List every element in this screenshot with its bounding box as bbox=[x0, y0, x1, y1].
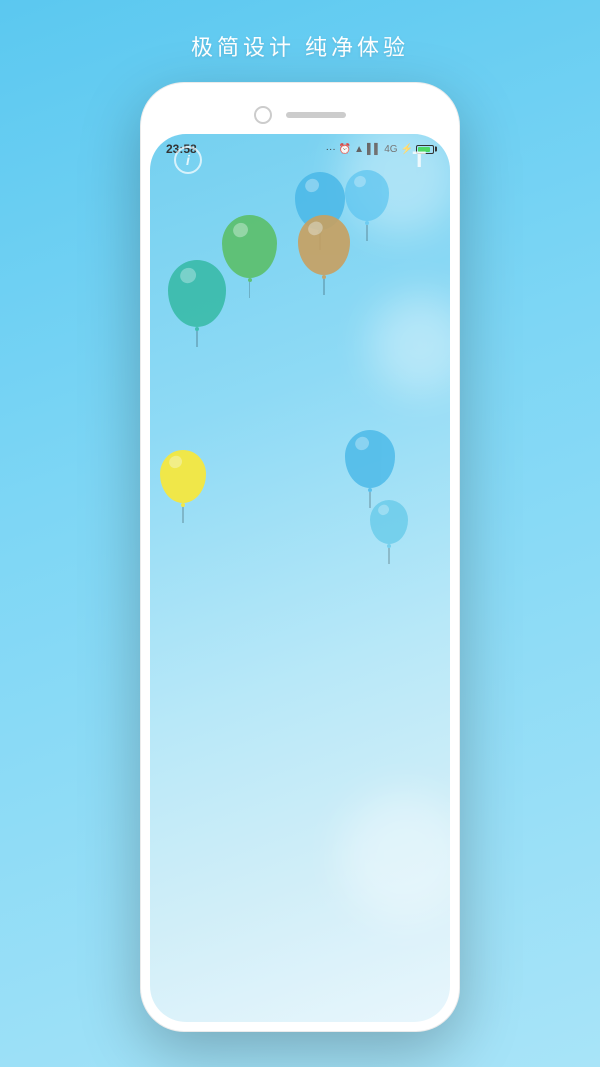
balloon-2 bbox=[222, 215, 277, 298]
tagline: 极简设计 纯净体验 bbox=[191, 30, 409, 62]
balloon-6 bbox=[345, 430, 395, 508]
balloon-5 bbox=[160, 450, 206, 523]
info-button[interactable]: i bbox=[174, 146, 202, 174]
phone-shell: 23:58 ··· ⏰ ▲ ▌▌ 4G ⚡ 相机 推荐 bbox=[140, 82, 460, 1032]
balloon-3 bbox=[298, 215, 350, 295]
glow-mid-right bbox=[370, 294, 450, 394]
app-content: 相机 推荐 相册 i T bbox=[150, 160, 450, 190]
info-icon-label: i bbox=[186, 152, 190, 168]
balloon-7 bbox=[370, 500, 408, 564]
phone-screen: 23:58 ··· ⏰ ▲ ▌▌ 4G ⚡ 相机 推荐 bbox=[150, 134, 450, 1022]
front-camera bbox=[254, 106, 272, 124]
phone-top-controls bbox=[150, 92, 450, 134]
bottom-bar: i T bbox=[150, 146, 450, 174]
balloon-1 bbox=[345, 170, 389, 241]
glow-bottom-right bbox=[340, 792, 450, 922]
speaker-grille bbox=[286, 112, 346, 118]
text-button[interactable]: T bbox=[413, 147, 426, 173]
balloon-4 bbox=[168, 260, 226, 347]
